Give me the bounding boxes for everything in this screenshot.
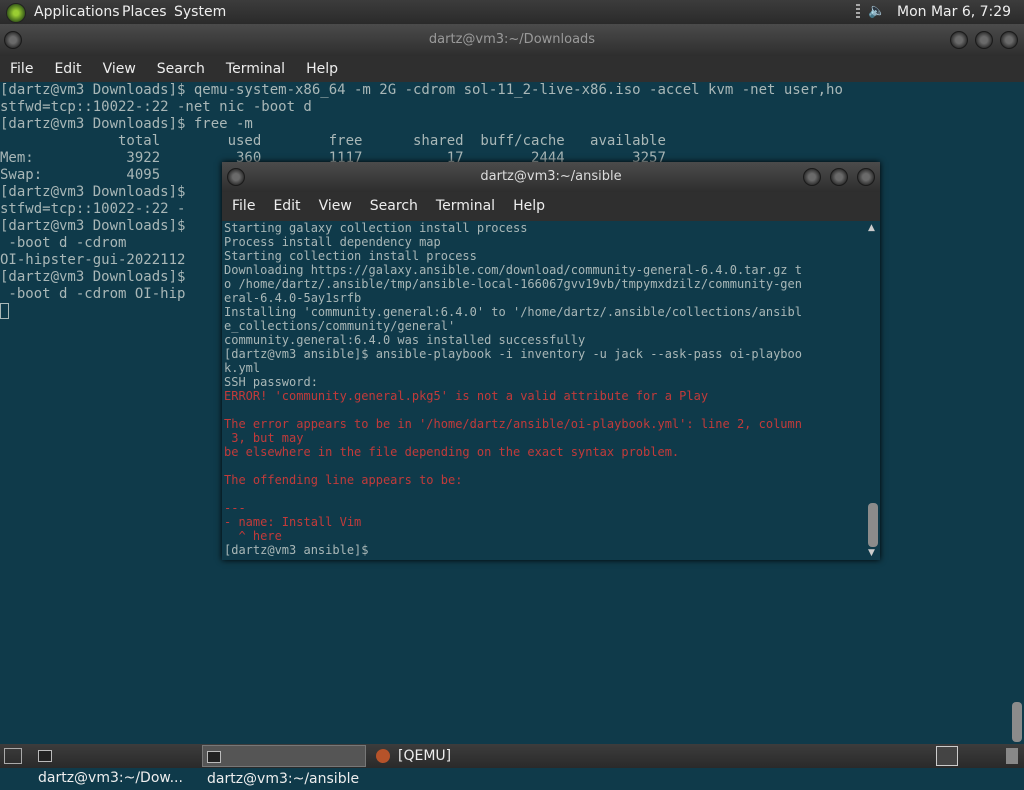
tray-handle-icon bbox=[856, 4, 860, 20]
terminal-line: e_collections/community/general' bbox=[224, 319, 456, 333]
scrollbar[interactable]: ▲ ▼ bbox=[866, 221, 880, 560]
terminal-error-line: --- bbox=[224, 501, 246, 515]
menu-search[interactable]: Search bbox=[157, 56, 205, 82]
workspace-switcher-icon[interactable] bbox=[936, 746, 958, 766]
menu-file[interactable]: File bbox=[10, 56, 33, 82]
menu-terminal[interactable]: Terminal bbox=[436, 192, 495, 221]
ansible-menubar: File Edit View Search Terminal Help bbox=[222, 192, 880, 221]
terminal-output[interactable]: Starting galaxy collection install proce… bbox=[224, 221, 866, 558]
terminal-line: Starting galaxy collection install proce… bbox=[224, 221, 528, 235]
terminal-line: [dartz@vm3 ansible]$ bbox=[224, 543, 369, 557]
terminal-line: Starting collection install process bbox=[224, 249, 477, 263]
task-qemu[interactable]: [QEMU] bbox=[376, 745, 516, 767]
terminal-line: [dartz@vm3 Downloads]$ qemu-system-x86_6… bbox=[0, 82, 843, 98]
main-titlebar[interactable]: dartz@vm3:~/Downloads bbox=[0, 24, 1024, 56]
terminal-line: Installing 'community.general:6.4.0' to … bbox=[224, 305, 802, 319]
terminal-icon bbox=[207, 751, 221, 763]
menu-help[interactable]: Help bbox=[306, 56, 338, 82]
volume-icon[interactable]: 🔈 bbox=[868, 3, 888, 21]
scroll-up-arrow-icon[interactable]: ▲ bbox=[868, 223, 875, 233]
terminal-line: total used free shared buff/cache availa… bbox=[0, 133, 666, 149]
terminal-error-line: 3, but may bbox=[224, 431, 304, 445]
terminal-error-line bbox=[224, 403, 866, 417]
task-label: dartz@vm3:~/Dow... bbox=[38, 770, 183, 786]
menu-help[interactable]: Help bbox=[513, 192, 545, 221]
menu-view[interactable]: View bbox=[103, 56, 136, 82]
maximize-icon[interactable] bbox=[975, 31, 993, 49]
menu-system[interactable]: System bbox=[174, 0, 226, 24]
window-title: dartz@vm3:~/ansible bbox=[480, 169, 622, 184]
menu-terminal[interactable]: Terminal bbox=[226, 56, 285, 82]
terminal-error-line: - name: Install Vim bbox=[224, 515, 362, 529]
scrollbar-thumb[interactable] bbox=[1012, 702, 1022, 742]
terminal-error-line: ERROR! 'community.general.pkg5' is not a… bbox=[224, 389, 709, 403]
menu-edit[interactable]: Edit bbox=[54, 56, 81, 82]
menu-applications[interactable]: Applications bbox=[34, 0, 120, 24]
show-desktop-icon[interactable] bbox=[4, 748, 22, 764]
terminal-line: Downloading https://galaxy.ansible.com/d… bbox=[224, 263, 802, 277]
terminal-error-line: The offending line appears to be: bbox=[224, 473, 463, 487]
window-title: dartz@vm3:~/Downloads bbox=[428, 32, 596, 47]
terminal-error-line bbox=[224, 487, 866, 501]
menu-edit[interactable]: Edit bbox=[273, 192, 300, 221]
ansible-titlebar[interactable]: dartz@vm3:~/ansible bbox=[222, 162, 880, 192]
terminal-line: o /home/dartz/.ansible/tmp/ansible-local… bbox=[224, 277, 802, 291]
terminal-line: eral-6.4.0-5ay1srfb bbox=[224, 291, 362, 305]
close-icon[interactable] bbox=[1000, 31, 1018, 49]
trash-icon[interactable] bbox=[1006, 748, 1018, 764]
scrollbar[interactable] bbox=[1010, 82, 1024, 744]
terminal-error-line: ^ here bbox=[224, 529, 282, 543]
menu-search[interactable]: Search bbox=[370, 192, 418, 221]
minimize-icon[interactable] bbox=[803, 168, 821, 186]
task-downloads-terminal[interactable]: dartz@vm3:~/Dow... bbox=[38, 745, 198, 786]
window-menu-icon[interactable] bbox=[4, 31, 22, 49]
window-menu-icon[interactable] bbox=[227, 168, 245, 186]
qemu-icon bbox=[376, 749, 390, 763]
terminal-cursor bbox=[0, 303, 9, 319]
taskbar: dartz@vm3:~/Dow... dartz@vm3:~/ansible [… bbox=[0, 744, 1024, 787]
close-icon[interactable] bbox=[857, 168, 875, 186]
terminal-error-line: be elsewhere in the file depending on th… bbox=[224, 445, 680, 459]
terminal-line: k.yml bbox=[224, 361, 261, 375]
apps-logo-icon[interactable] bbox=[6, 3, 26, 23]
menu-places[interactable]: Places bbox=[122, 0, 167, 24]
minimize-icon[interactable] bbox=[950, 31, 968, 49]
top-panel: Applications Places System 🔈 Mon Mar 6, … bbox=[0, 0, 1024, 44]
scroll-down-arrow-icon[interactable]: ▼ bbox=[868, 548, 875, 558]
menu-file[interactable]: File bbox=[232, 192, 255, 221]
terminal-icon bbox=[38, 750, 52, 762]
terminal-line: Process install dependency map bbox=[224, 235, 441, 249]
terminal-error-line: The error appears to be in '/home/dartz/… bbox=[224, 417, 802, 431]
task-label: dartz@vm3:~/ansible bbox=[207, 771, 360, 787]
task-label: [QEMU] bbox=[398, 748, 452, 764]
menu-view[interactable]: View bbox=[319, 192, 352, 221]
task-ansible-terminal[interactable]: dartz@vm3:~/ansible bbox=[202, 745, 366, 787]
terminal-line: [dartz@vm3 Downloads]$ free -m bbox=[0, 116, 253, 132]
ansible-terminal-window: dartz@vm3:~/ansible File Edit View Search Te… bbox=[222, 162, 880, 560]
terminal-line: SSH password: bbox=[224, 375, 318, 389]
terminal-line: [dartz@vm3 ansible]$ ansible-playbook -i… bbox=[224, 347, 802, 361]
main-menubar: File Edit View Search Terminal Help bbox=[0, 56, 1024, 82]
terminal-error-line bbox=[224, 459, 866, 473]
terminal-line: community.general:6.4.0 was installed su… bbox=[224, 333, 586, 347]
terminal-line: stfwd=tcp::10022-:22 -net nic -boot d bbox=[0, 99, 312, 115]
scrollbar-thumb[interactable] bbox=[868, 503, 878, 547]
maximize-icon[interactable] bbox=[830, 168, 848, 186]
